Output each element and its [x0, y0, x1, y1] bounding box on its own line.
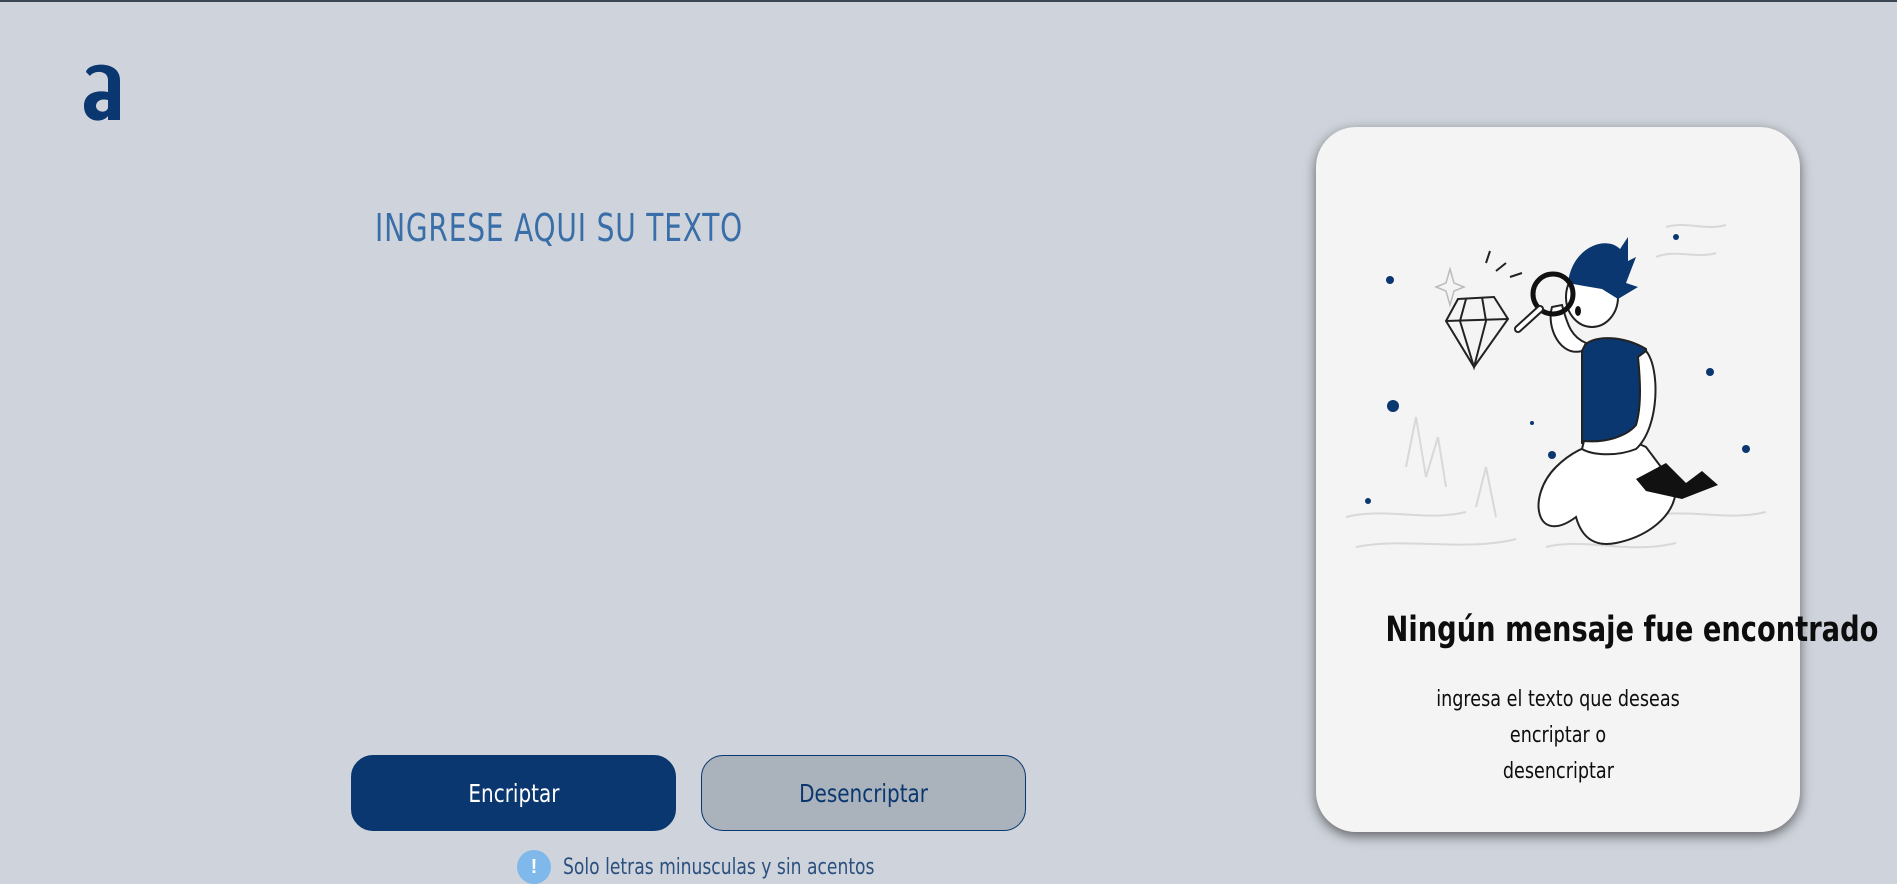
decrypt-button[interactable]: Desencriptar	[701, 755, 1026, 831]
decrypt-button-label: Desencriptar	[799, 778, 928, 808]
logo-icon[interactable]	[80, 58, 128, 126]
top-border	[0, 0, 1897, 2]
output-card: Ningún mensaje fue encontrado ingresa el…	[1316, 127, 1879, 832]
text-input[interactable]	[375, 270, 1029, 724]
encrypt-button-label: Encriptar	[467, 778, 560, 808]
hint-text: Solo letras minusculas y sin acentos	[563, 854, 875, 880]
no-message-line-2: desencriptar	[1502, 759, 1614, 784]
no-message-line-1: ingresa el texto que deseas encriptar o	[1436, 687, 1680, 748]
person-with-magnifier-illustration	[1346, 224, 1767, 549]
encrypt-button[interactable]: Encriptar	[351, 755, 676, 831]
info-icon: !	[517, 850, 551, 884]
no-message-description: ingresa el texto que deseas encriptar o …	[1376, 682, 1740, 790]
no-message-title: Ningún mensaje fue encontrado	[1385, 610, 1879, 650]
input-title: INGRESE AQUI SU TEXTO	[375, 206, 744, 250]
